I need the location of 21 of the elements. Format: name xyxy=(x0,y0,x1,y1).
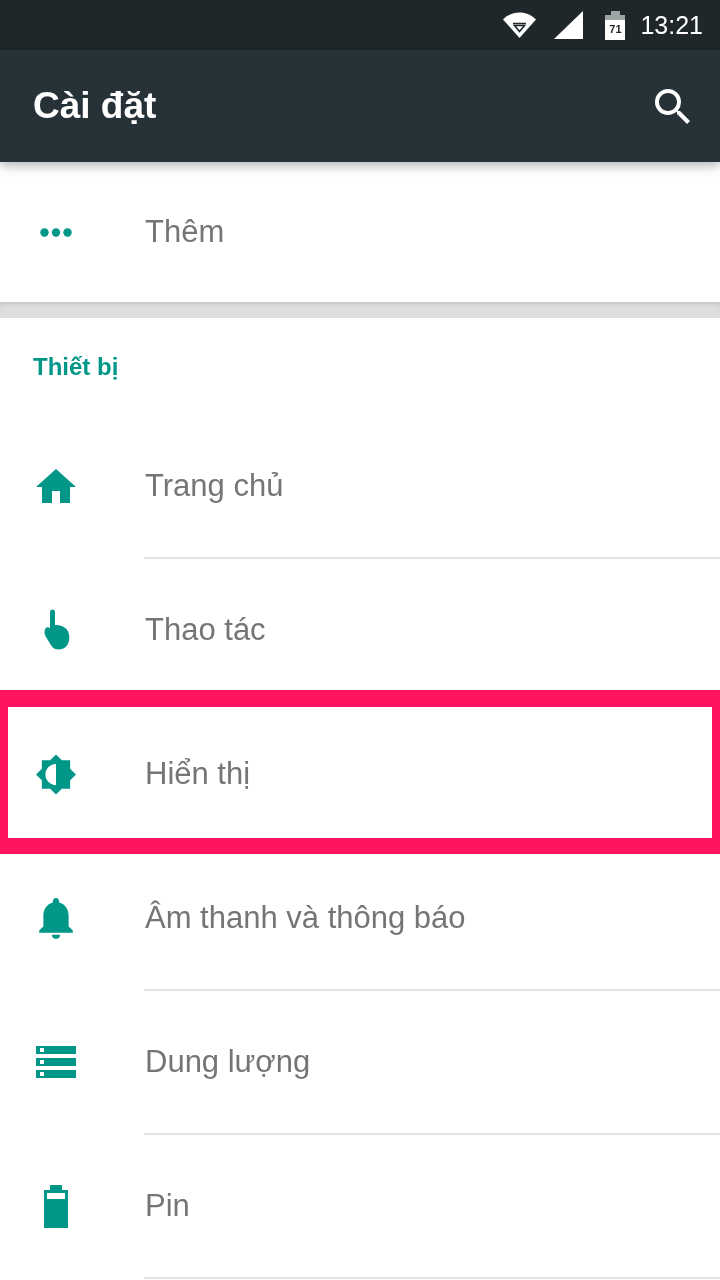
battery-icon xyxy=(44,1184,68,1228)
storage-icon xyxy=(36,1046,76,1078)
wifi-icon xyxy=(503,12,537,38)
settings-item[interactable]: Trang chủ xyxy=(0,415,720,557)
home-icon xyxy=(36,469,76,503)
settings-item[interactable]: Âm thanh và thông báo xyxy=(0,847,720,989)
settings-item[interactable]: Thêm xyxy=(0,162,720,302)
signal-icon xyxy=(554,11,584,39)
search-icon xyxy=(655,88,690,124)
app-bar-title: Cài đặt xyxy=(33,83,157,128)
section-header: Thiết bị xyxy=(32,351,120,382)
clock-time: 13:21 xyxy=(640,12,703,38)
settings-item[interactable]: Hiển thị xyxy=(0,703,720,845)
settings-item[interactable]: Thao tác xyxy=(0,559,720,701)
battery-indicator: 71 xyxy=(605,10,626,40)
bell-icon xyxy=(39,897,73,939)
hand-pointer-icon xyxy=(42,609,70,651)
settings-item[interactable]: Dung lượng xyxy=(0,991,720,1133)
more-dots-icon xyxy=(40,227,72,237)
search-button[interactable] xyxy=(655,88,690,124)
settings-item[interactable]: Pin xyxy=(0,1135,720,1277)
